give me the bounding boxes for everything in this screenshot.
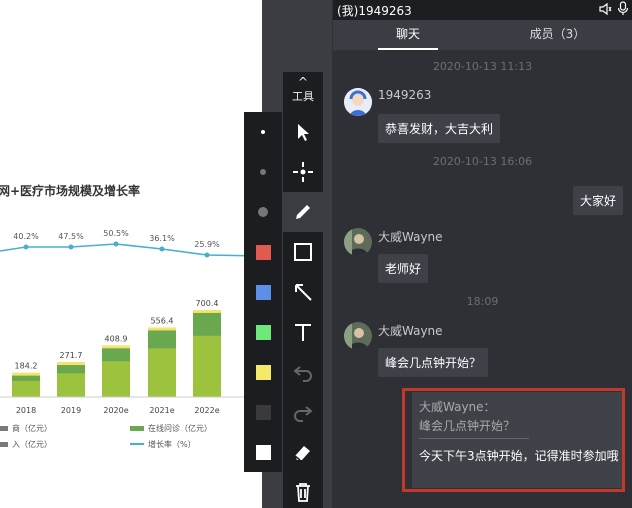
tab-chat[interactable]: 聊天 (333, 20, 483, 50)
rectangle-icon[interactable] (283, 232, 323, 272)
growth-point (113, 241, 119, 247)
bar-segment (148, 329, 176, 349)
microphone-icon[interactable] (617, 1, 629, 20)
avatar (344, 322, 372, 350)
legend-label: 商（亿元） (12, 423, 52, 433)
chart: 40.2% 47.5% 50.5% 36.1% 25.9% 184.2 2018 271.7 2… (0, 229, 262, 449)
color-green-swatch[interactable] (244, 312, 282, 352)
growth-line (0, 243, 262, 257)
x-tick-label: 2018 (16, 406, 36, 415)
growth-label: 25.9% (194, 240, 220, 249)
pen-size-small[interactable] (244, 112, 282, 152)
growth-point (159, 246, 165, 252)
bar-top-segment (102, 345, 130, 349)
sender-name: 大威Wayne (378, 230, 443, 244)
timestamp: 2020-10-13 11:13 (432, 60, 533, 73)
color-blue-swatch[interactable] (244, 272, 282, 312)
x-tick-label: 2022e (194, 406, 219, 415)
color-white-swatch[interactable] (244, 432, 282, 472)
pen-size-large[interactable] (244, 192, 282, 232)
bar-top-segment (193, 309, 221, 313)
message-bubble: 恭喜发财，大吉大利 (378, 114, 501, 143)
x-tick-label: 2019 (61, 406, 81, 415)
x-tick-label: 2021e (149, 406, 174, 415)
growth-label: 40.2% (13, 232, 39, 241)
bar-top-segment (57, 362, 85, 366)
chevron-up-icon: ^ (297, 75, 309, 89)
message-bubble: 大家好 (573, 186, 624, 215)
arrow-icon[interactable] (283, 272, 323, 312)
chat-header: (我)1949263 (333, 0, 632, 20)
redo-icon[interactable] (283, 392, 323, 432)
growth-point (68, 244, 74, 250)
color-red-swatch[interactable] (244, 232, 282, 272)
cursor-icon[interactable] (283, 112, 323, 152)
growth-label: 47.5% (58, 232, 84, 241)
bar-value-label: 271.7 (60, 351, 83, 360)
speaker-icon[interactable] (598, 2, 612, 19)
bar-value-label: 184.2 (15, 362, 38, 371)
whiteboard-canvas[interactable]: 网+医疗市场规模及增长率 40.2% 47.5% 50.5% 36.1% 25.9% 18… (0, 0, 262, 508)
bar-value-label: 556.4 (151, 316, 174, 325)
x-tick-label: 2020e (103, 406, 128, 415)
undo-icon[interactable] (283, 352, 323, 392)
quoted-sender: 大威Wayne： (419, 400, 496, 414)
pen-icon[interactable] (283, 192, 323, 232)
whiteboard-toolbar: ^ 工具 (283, 72, 323, 508)
bar-value-label: 408.9 (105, 334, 128, 343)
color-black-swatch[interactable] (244, 392, 282, 432)
chat-tabs: 聊天 成员（3） (333, 20, 632, 50)
room-title: (我)1949263 (337, 4, 412, 18)
pen-palette (244, 112, 282, 472)
sender-name: 1949263 (378, 88, 432, 102)
bar-top-segment (12, 372, 40, 376)
legend-label: 在线问诊（亿元） (148, 423, 212, 433)
text-icon[interactable] (283, 312, 323, 352)
bar-value-label: 700.4 (196, 299, 219, 308)
quote-divider (419, 438, 529, 439)
legend-swatch (0, 426, 8, 431)
growth-label: 36.1% (149, 234, 175, 243)
color-yellow-swatch[interactable] (244, 352, 282, 392)
legend-swatch (130, 426, 144, 431)
legend-swatch (0, 442, 8, 447)
growth-point (204, 252, 210, 258)
eraser-icon[interactable] (283, 432, 323, 472)
sender-name: 大威Wayne (378, 324, 443, 338)
growth-label: 50.5% (103, 229, 129, 238)
growth-point (23, 244, 29, 250)
laser-pointer-icon[interactable] (283, 152, 323, 192)
pen-size-medium[interactable] (244, 152, 282, 192)
legend-label: 入（亿元） (12, 439, 52, 449)
screen: 网+医疗市场规模及增长率 40.2% 47.5% 50.5% 36.1% 25.9% 18… (0, 0, 632, 508)
message-bubble: 峰会几点钟开始？ (378, 348, 489, 377)
timestamp: 18:09 (466, 295, 499, 308)
message-bubble: 老师好 (378, 254, 429, 283)
tab-members[interactable]: 成员（3） (483, 20, 632, 50)
avatar (344, 88, 372, 116)
bar-segment (193, 311, 221, 336)
legend-label: 增长率（%） (148, 439, 196, 449)
bar-segment (57, 364, 85, 374)
reply-message: 今天下午3点钟开始，记得准时参加哦 (419, 449, 619, 463)
bar-top-segment (148, 327, 176, 331)
timestamp: 2020-10-13 16:06 (432, 155, 533, 168)
trash-icon[interactable] (283, 472, 323, 508)
bar-segment (102, 347, 130, 362)
tools-label: 工具 (292, 90, 314, 103)
tools-menu[interactable]: ^ 工具 (283, 72, 323, 108)
avatar (344, 228, 372, 256)
quoted-message: 峰会几点钟开始？ (419, 419, 516, 433)
